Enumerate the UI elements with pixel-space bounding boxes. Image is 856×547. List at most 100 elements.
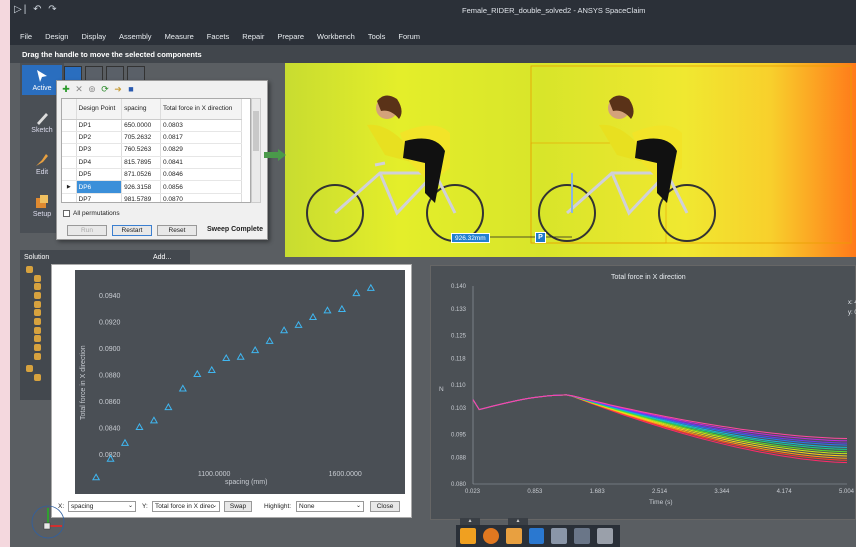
solid-icon[interactable] bbox=[597, 528, 614, 544]
table-cell-dp[interactable]: DP4 bbox=[75, 155, 123, 170]
add-button[interactable]: Add... bbox=[153, 254, 171, 261]
undo-icon[interactable]: ↶ bbox=[33, 4, 43, 15]
pull-handle-button[interactable]: P bbox=[535, 232, 546, 243]
run-button[interactable]: Run bbox=[67, 225, 107, 236]
tree-node[interactable] bbox=[26, 265, 44, 274]
spacing-dimension[interactable]: 926.32mm bbox=[451, 233, 490, 243]
tree-node[interactable] bbox=[26, 335, 44, 344]
import-icon[interactable]: ➜ bbox=[113, 84, 123, 94]
menu-tools[interactable]: Tools bbox=[368, 32, 386, 41]
swap-button[interactable]: Swap bbox=[224, 501, 252, 512]
box-icon[interactable] bbox=[505, 528, 522, 544]
add-icon[interactable]: ✚ bbox=[61, 84, 71, 94]
menu-design[interactable]: Design bbox=[45, 32, 68, 41]
table-cell-dp[interactable]: DP3 bbox=[75, 143, 123, 157]
particles-icon[interactable] bbox=[574, 528, 591, 544]
column-header-force[interactable]: Total force in X direction bbox=[160, 99, 243, 120]
y-tick-label: 0.088 bbox=[451, 456, 467, 462]
tree-node[interactable] bbox=[26, 373, 44, 382]
x-axis-title: spacing (mm) bbox=[225, 479, 267, 486]
table-scrollbar[interactable] bbox=[251, 98, 261, 203]
table-cell-spacing[interactable]: 760.5263 bbox=[121, 143, 161, 157]
table-row[interactable]: DP3 760.5263 0.0829 bbox=[62, 143, 243, 157]
table-cell-force[interactable]: 0.0846 bbox=[160, 168, 243, 182]
y-axis-label: Y: bbox=[142, 503, 148, 510]
close-button[interactable]: Close bbox=[370, 501, 400, 512]
window-title: Female_RIDER_double_solved2 - ANSYS Spac… bbox=[462, 6, 646, 15]
collapse-tab[interactable]: ▴ bbox=[508, 518, 528, 525]
tree-node[interactable] bbox=[26, 308, 44, 317]
menu-prepare[interactable]: Prepare bbox=[277, 32, 304, 41]
table-cell-spacing[interactable]: 650.0000 bbox=[121, 119, 161, 132]
flow-icon[interactable] bbox=[551, 528, 568, 544]
structure-tree[interactable] bbox=[26, 265, 44, 382]
table-row[interactable]: DP5 871.0526 0.0846 bbox=[62, 168, 243, 182]
table-cell-dp[interactable]: DP2 bbox=[75, 130, 123, 145]
x-tick-label: 0.853 bbox=[527, 489, 543, 495]
select-icon bbox=[37, 70, 47, 82]
tree-node[interactable] bbox=[26, 343, 44, 352]
menu-repair[interactable]: Repair bbox=[242, 32, 264, 41]
table-cell-spacing[interactable]: 705.2632 bbox=[121, 131, 161, 145]
row-marker bbox=[62, 119, 77, 132]
copy-icon[interactable]: ⊚ bbox=[87, 84, 97, 94]
table-row[interactable]: DP2 705.2632 0.0817 bbox=[62, 130, 243, 145]
y-axis-select[interactable]: Total force in X direc ⌄ bbox=[152, 501, 220, 512]
highlight-select[interactable]: None ⌄ bbox=[296, 501, 364, 512]
3d-viewport[interactable]: 926.32mm P bbox=[285, 63, 856, 257]
table-cell-force[interactable]: 0.0870 bbox=[160, 193, 243, 202]
scatter-chart[interactable]: 0.08200.08400.08600.08800.09000.09200.09… bbox=[57, 268, 407, 496]
menu-assembly[interactable]: Assembly bbox=[119, 32, 152, 41]
cube-icon[interactable] bbox=[528, 528, 545, 544]
table-row[interactable]: DP7 981.5789 0.0870 bbox=[62, 192, 243, 202]
menu-workbench[interactable]: Workbench bbox=[317, 32, 355, 41]
menu-forum[interactable]: Forum bbox=[398, 32, 420, 41]
table-cell-spacing[interactable]: 981.5789 bbox=[121, 193, 161, 202]
table-row[interactable]: DP1 650.0000 0.0803 bbox=[62, 118, 243, 132]
rider-front bbox=[306, 95, 484, 242]
table-cell-force[interactable]: 0.0841 bbox=[160, 156, 243, 170]
menu-display[interactable]: Display bbox=[81, 32, 106, 41]
all-permutations-checkbox[interactable] bbox=[63, 210, 70, 217]
table-cell-dp[interactable]: DP6 bbox=[75, 180, 123, 194]
redo-icon[interactable]: ↷ bbox=[48, 4, 58, 15]
column-header-design-point[interactable]: Design Point bbox=[76, 99, 123, 120]
tree-node[interactable] bbox=[26, 300, 44, 309]
tree-node[interactable] bbox=[26, 291, 44, 300]
delete-icon[interactable]: ✕ bbox=[74, 84, 84, 94]
refresh-icon[interactable]: ⟳ bbox=[100, 84, 110, 94]
x-axis-select[interactable]: spacing ⌄ bbox=[68, 501, 136, 512]
table-cell-spacing[interactable]: 926.3158 bbox=[121, 180, 161, 194]
table-cell-spacing[interactable]: 871.0526 bbox=[121, 168, 161, 182]
all-permutations-option[interactable]: All permutations bbox=[63, 210, 120, 217]
collapse-tab[interactable]: ▴ bbox=[460, 518, 480, 525]
tree-node[interactable] bbox=[26, 282, 44, 291]
force-history-chart[interactable]: Total force in X direction 0.080 0.088 0.09… bbox=[431, 266, 856, 521]
table-cell-dp[interactable]: DP7 bbox=[75, 192, 123, 202]
menu-facets[interactable]: Facets bbox=[207, 32, 230, 41]
column-header-spacing[interactable]: spacing bbox=[121, 99, 161, 120]
menu-file[interactable]: File bbox=[20, 32, 32, 41]
quick-access-toolbar[interactable]: ▷| ↶ ↷ bbox=[14, 4, 59, 15]
table-cell-force[interactable]: 0.0829 bbox=[160, 143, 243, 157]
table-row[interactable]: DP4 815.7895 0.0841 bbox=[62, 155, 243, 170]
restart-button[interactable]: Restart bbox=[112, 225, 152, 236]
table-cell-dp[interactable]: DP5 bbox=[75, 168, 123, 182]
table-cell-force[interactable]: 0.0856 bbox=[160, 180, 243, 194]
tree-node[interactable] bbox=[26, 365, 44, 374]
tree-node[interactable] bbox=[26, 274, 44, 283]
pause-icon[interactable] bbox=[460, 528, 476, 544]
table-cell-force[interactable]: 0.0803 bbox=[160, 119, 243, 132]
save-icon[interactable]: ■ bbox=[126, 84, 136, 94]
table-cell-spacing[interactable]: 815.7895 bbox=[121, 156, 161, 170]
menu-measure[interactable]: Measure bbox=[165, 32, 194, 41]
reset-button[interactable]: Reset bbox=[157, 225, 197, 236]
tree-node[interactable] bbox=[26, 352, 44, 361]
tree-node[interactable] bbox=[26, 326, 44, 335]
y-tick-label: 0.110 bbox=[451, 383, 466, 389]
table-cell-force[interactable]: 0.0817 bbox=[160, 131, 243, 145]
table-cell-dp[interactable]: DP1 bbox=[75, 118, 123, 132]
table-row[interactable]: ▶ DP6 926.3158 0.0856 bbox=[62, 180, 243, 194]
refresh-icon[interactable] bbox=[482, 528, 499, 544]
tree-node[interactable] bbox=[26, 317, 44, 326]
